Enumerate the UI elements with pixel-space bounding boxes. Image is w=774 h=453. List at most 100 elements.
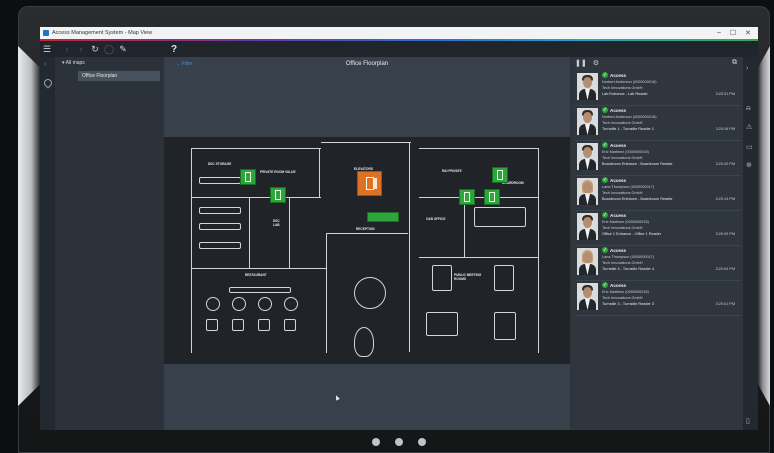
maximize-button[interactable]: ☐	[730, 29, 736, 37]
wall	[319, 148, 320, 198]
event-time: 3:20:31 PM	[715, 92, 735, 96]
room-label: DSC STORAGE	[208, 162, 232, 166]
back-icon[interactable]: ‹	[60, 44, 74, 54]
wall	[419, 197, 539, 198]
event-company: Tech Innovations GmbH	[602, 261, 643, 265]
room-label: DSC LAB	[273, 219, 280, 227]
door-marker[interactable]	[459, 189, 475, 205]
refresh-icon[interactable]: ↻	[88, 44, 102, 55]
slide-dot[interactable]	[418, 438, 426, 446]
pause-icon[interactable]: ❚❚	[575, 59, 587, 67]
event-company: Tech Innovations GmbH	[602, 121, 643, 125]
room-label: PRIVATE ROOM VALUE	[260, 170, 296, 174]
wall	[326, 233, 408, 234]
event-status: ✓ Access	[602, 72, 627, 78]
help-button[interactable]: ?	[171, 44, 177, 55]
wall	[464, 197, 465, 257]
map-tree-panel: ▾ All maps Office Floorplan	[55, 57, 163, 430]
event-status: ✓ Access	[602, 107, 627, 113]
slide-dot[interactable]	[372, 438, 380, 446]
event-company: Tech Innovations GmbH	[602, 296, 643, 300]
event-item[interactable]: ✓ Access Norbert Anderson (0000000016) Tech…	[575, 106, 741, 141]
alarm-icon[interactable]: ⍾	[746, 105, 751, 113]
furniture	[494, 265, 514, 291]
alarm-door-marker[interactable]	[357, 171, 382, 196]
event-time: 3:20:04 PM	[715, 267, 735, 271]
bezel-edge	[758, 46, 770, 406]
event-time: 3:20:09 PM	[715, 232, 735, 236]
avatar	[577, 283, 598, 310]
map-pin-icon[interactable]	[42, 77, 54, 89]
furniture	[284, 319, 296, 331]
network-icon[interactable]: ⊕	[746, 161, 752, 169]
furniture	[426, 312, 458, 336]
furniture	[354, 327, 374, 357]
wall	[326, 233, 327, 353]
tree-item-office-floorplan[interactable]: Office Floorplan	[78, 71, 160, 81]
event-person: Lana Thompson (0000000017)	[602, 255, 655, 259]
window-controls: – ☐ ✕	[717, 29, 758, 37]
card-icon[interactable]: ▭	[746, 143, 753, 151]
chevron-icon[interactable]: ›	[746, 65, 748, 72]
door-marker[interactable]	[270, 187, 286, 203]
event-item[interactable]: ✓ Access Norbert Anderson (0000000016) Tech…	[575, 71, 741, 106]
furniture	[199, 207, 241, 214]
menu-icon[interactable]: ☰	[40, 44, 54, 55]
turnstile-marker[interactable]	[367, 212, 399, 222]
furniture	[258, 297, 272, 311]
forward-icon[interactable]: ›	[74, 44, 88, 54]
door-marker[interactable]	[484, 189, 500, 205]
wall	[538, 148, 539, 353]
wall	[249, 197, 250, 269]
slide-dot[interactable]	[395, 438, 403, 446]
room-label: R&I PRIVATE	[442, 169, 462, 173]
room-label: RECEPTION	[356, 227, 375, 231]
warning-icon[interactable]: ⚠	[746, 123, 752, 131]
avatar	[577, 248, 598, 275]
event-item[interactable]: ✓ Access Eric Martinez (0000000015) Tech In…	[575, 211, 741, 246]
map-view: ⌄ Filter Office Floorplan DSC STORAGE PR…	[164, 57, 570, 430]
app-window: Access Management System - Map View – ☐ …	[40, 27, 758, 430]
avatar	[577, 213, 598, 240]
door-marker[interactable]	[492, 167, 508, 183]
check-icon: ✓	[602, 177, 608, 183]
furniture	[258, 319, 270, 331]
room-label: C&B OFFICE	[426, 217, 446, 221]
minimize-button[interactable]: –	[717, 29, 721, 37]
check-icon: ✓	[602, 107, 608, 113]
event-status: ✓ Access	[602, 177, 627, 183]
settings-icon[interactable]: ⚙	[593, 59, 599, 67]
wall	[409, 142, 410, 352]
event-time: 3:20:13 PM	[715, 197, 735, 201]
room-label: PUBLIC MEETING ROOMS	[454, 273, 482, 281]
map-title: Office Floorplan	[345, 61, 389, 67]
clear-icon[interactable]: ⧉	[732, 59, 737, 67]
toolbar: ☰ ‹ › ↻ ◯ ✎ ?	[40, 41, 758, 57]
furniture	[206, 297, 220, 311]
furniture	[474, 207, 526, 227]
event-item[interactable]: ✓ Access Lana Thompson (0000000017) Tech In…	[575, 176, 741, 211]
furniture	[354, 277, 386, 309]
event-reader: Turnstile 4 - Turnstile Reader 4	[602, 267, 654, 271]
title-bar: Access Management System - Map View – ☐ …	[40, 27, 758, 39]
event-list-panel: ❚❚ ⚙ ⧉ ✓ Access Norbert Anderson (00000000…	[571, 57, 743, 430]
floorplan-canvas[interactable]: DSC STORAGE PRIVATE ROOM VALUE ELEVATORS…	[164, 137, 570, 364]
book-icon[interactable]: ▯	[746, 417, 750, 425]
close-button[interactable]: ✕	[745, 29, 751, 37]
door-marker[interactable]	[240, 169, 256, 185]
tree-root[interactable]: ▾ All maps	[62, 60, 85, 66]
event-item[interactable]: ✓ Access Eric Martinez (0000000015) Tech In…	[575, 141, 741, 176]
furniture	[232, 297, 246, 311]
event-reader: Turnstile 1 - Turnstile Reader 1	[602, 127, 654, 131]
event-time: 3:20:01 PM	[715, 302, 735, 306]
home-icon[interactable]: ◯	[102, 44, 116, 55]
event-company: Tech Innovations GmbH	[602, 86, 643, 90]
check-icon: ✓	[602, 212, 608, 218]
event-item[interactable]: ✓ Access Lana Thompson (0000000017) Tech In…	[575, 246, 741, 281]
furniture	[229, 287, 291, 293]
edit-icon[interactable]: ✎	[116, 44, 130, 55]
chevron-icon[interactable]: ‹	[44, 61, 46, 68]
room-label: RESTAURANT	[245, 273, 267, 277]
event-item[interactable]: ✓ Access Eric Martinez (0000000015) Tech In…	[575, 281, 741, 316]
event-person: Norbert Anderson (0000000016)	[602, 80, 657, 84]
